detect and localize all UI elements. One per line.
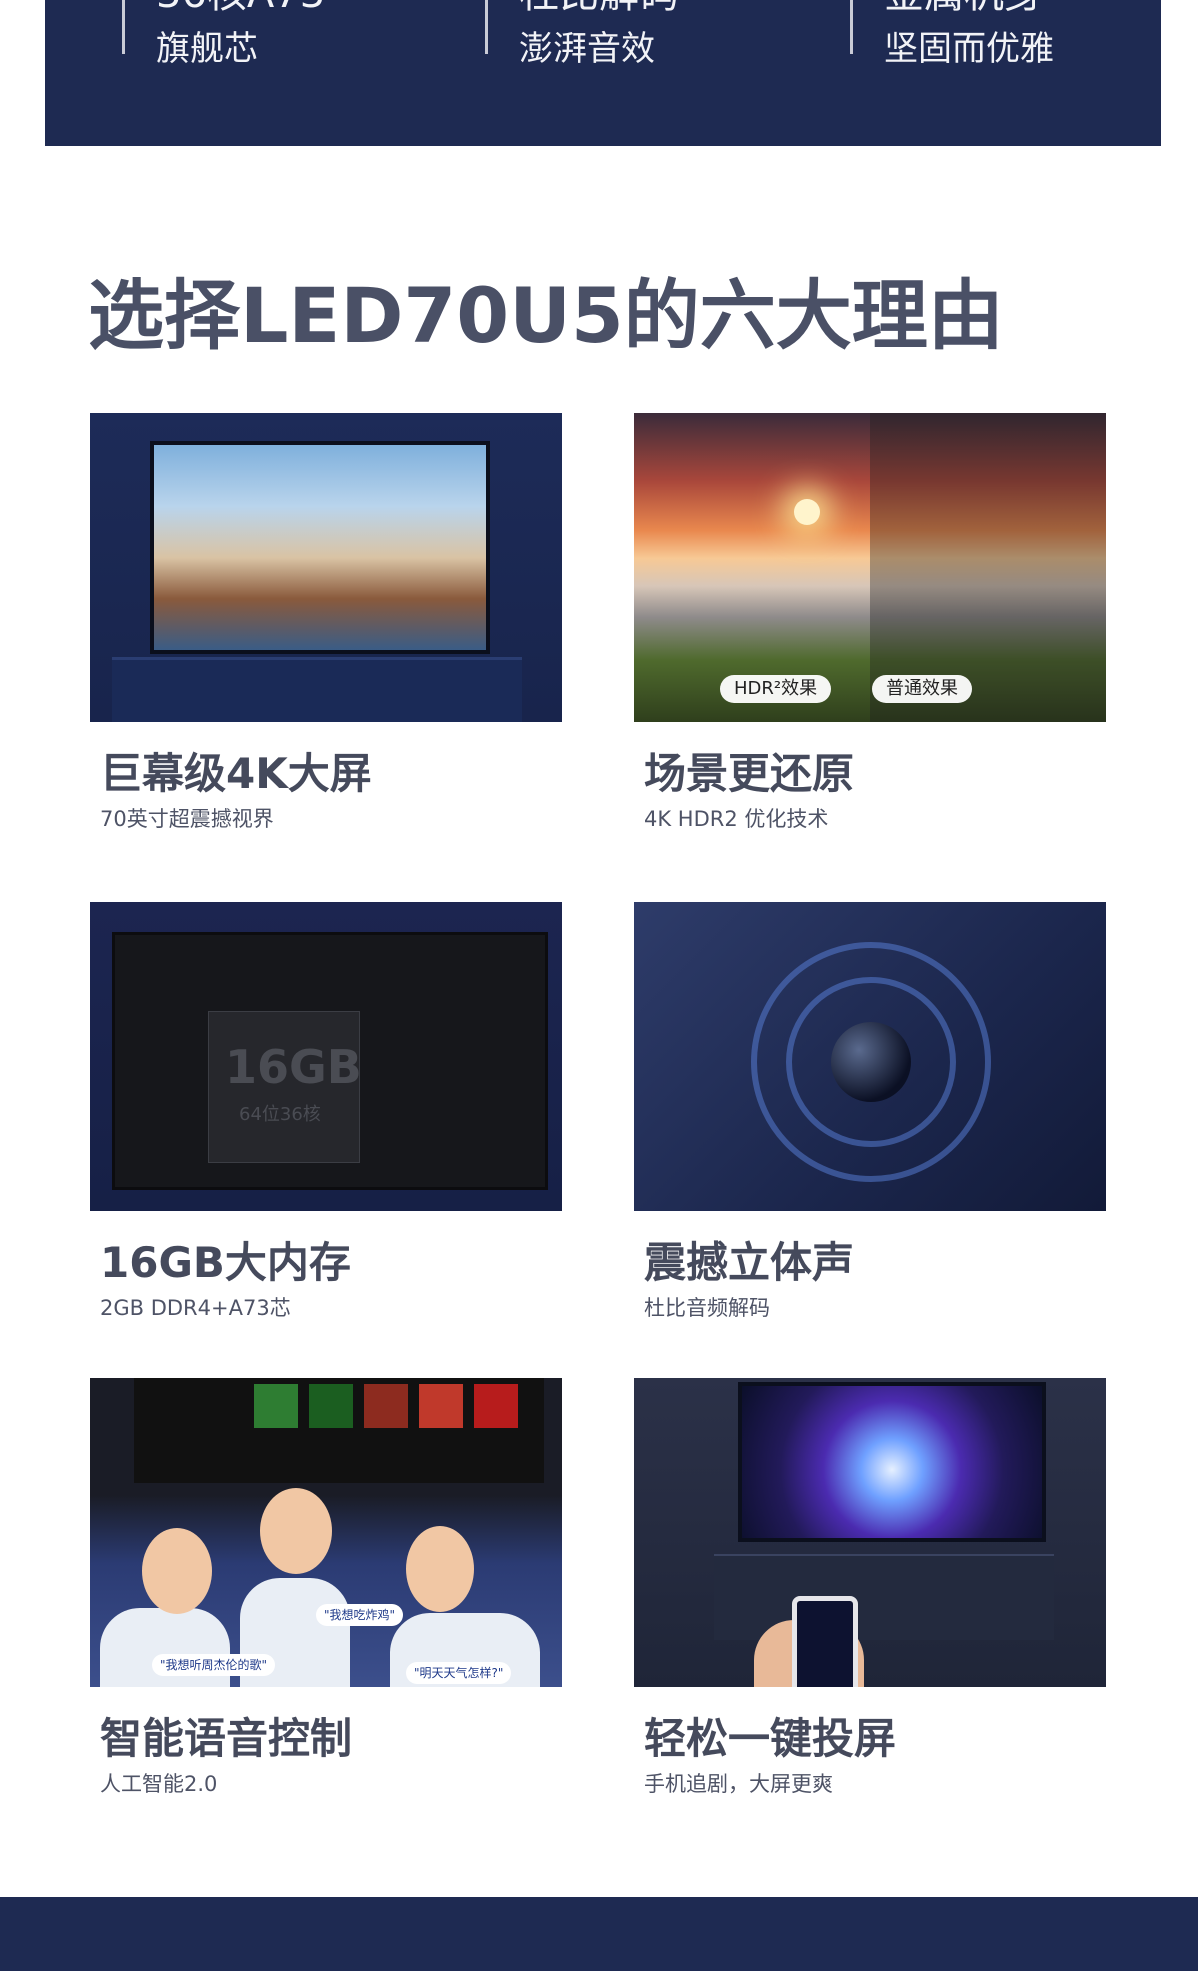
reason-title: 震撼立体声 [644,1238,855,1287]
divider [485,0,488,54]
reason-subtitle: 2GB DDR4+A73芯 [100,1296,291,1320]
screen-cast-image [634,1378,1106,1687]
speaker-driver [831,1022,911,1102]
hdr-label: HDR²效果 [720,675,832,703]
reason-title: 轻松一键投屏 [644,1714,897,1763]
reason-card-sound: 震撼立体声 杜比音频解码 [634,902,1106,1320]
phone [792,1596,858,1687]
family-image: "我想听周杰伦的歌" "我想吃炸鸡" "明天天气怎样?" [90,1378,562,1687]
reason-title: 巨幕级4K大屏 [100,749,372,798]
feature-subtitle: 坚固而优雅 [884,29,1054,69]
reason-subtitle: 70英寸超震撼视界 [100,807,274,831]
reason-card-hdr: HDR²效果 普通效果 场景更还原 4K HDR2 优化技术 [634,413,1106,831]
app-tile [364,1384,408,1428]
person [260,1488,332,1574]
hdr-compare-image: HDR²效果 普通效果 [634,413,1106,722]
feature-subtitle: 旗舰芯 [156,29,258,69]
circuit-board-image: 16GB 64位36核 [90,902,562,1211]
divider [122,0,125,54]
tv-screen [738,1382,1046,1542]
sun [794,499,820,525]
reason-title: 16GB大内存 [100,1238,351,1287]
tv-cabinet [112,657,522,722]
reason-card-big-screen: 巨幕级4K大屏 70英寸超震撼视界 [90,413,562,831]
divider [850,0,853,54]
app-tile [474,1384,518,1428]
page-heading: 选择LED70U5的六大理由 [88,271,1004,360]
reason-subtitle: 杜比音频解码 [644,1296,770,1320]
tv-wall-image [90,413,562,722]
chip: 16GB 64位36核 [208,1011,362,1163]
person [406,1526,474,1612]
reason-subtitle: 4K HDR2 优化技术 [644,807,829,831]
voice-bubble: "明天天气怎样?" [406,1662,512,1684]
top-banner: 36核A73 旗舰芯 杜比解码 澎湃音效 金属机身 坚固而优雅 [45,0,1161,146]
person [142,1528,212,1614]
feature-subtitle: 澎湃音效 [519,29,655,69]
tv-back-board: 16GB 64位36核 [112,932,548,1190]
voice-bubble: "我想听周杰伦的歌" [152,1654,276,1676]
speaker-image [634,902,1106,1211]
chip-capacity: 16GB [225,1040,362,1094]
app-tile [309,1384,353,1428]
reason-title: 智能语音控制 [100,1714,353,1763]
reason-title: 场景更还原 [644,749,855,798]
bottom-banner [0,1897,1198,1971]
app-tile [254,1384,298,1428]
feature-title: 金属机身 [884,0,1044,16]
feature-title: 36核A73 [156,0,325,16]
feature-title: 杜比解码 [519,0,679,16]
app-tile [419,1384,463,1428]
reason-subtitle: 人工智能2.0 [100,1772,218,1796]
app-grid [134,1378,544,1483]
tv-cabinet [714,1554,1054,1640]
chip-spec: 64位36核 [239,1104,321,1125]
voice-bubble: "我想吃炸鸡" [316,1604,404,1626]
reason-card-cast: 轻松一键投屏 手机追剧，大屏更爽 [634,1378,1106,1796]
reason-card-voice: "我想听周杰伦的歌" "我想吃炸鸡" "明天天气怎样?" 智能语音控制 人工智能… [90,1378,562,1796]
tv-screen [150,441,490,654]
reason-card-memory: 16GB 64位36核 16GB大内存 2GB DDR4+A73芯 [90,902,562,1320]
normal-label: 普通效果 [872,675,972,703]
reason-subtitle: 手机追剧，大屏更爽 [644,1772,833,1796]
